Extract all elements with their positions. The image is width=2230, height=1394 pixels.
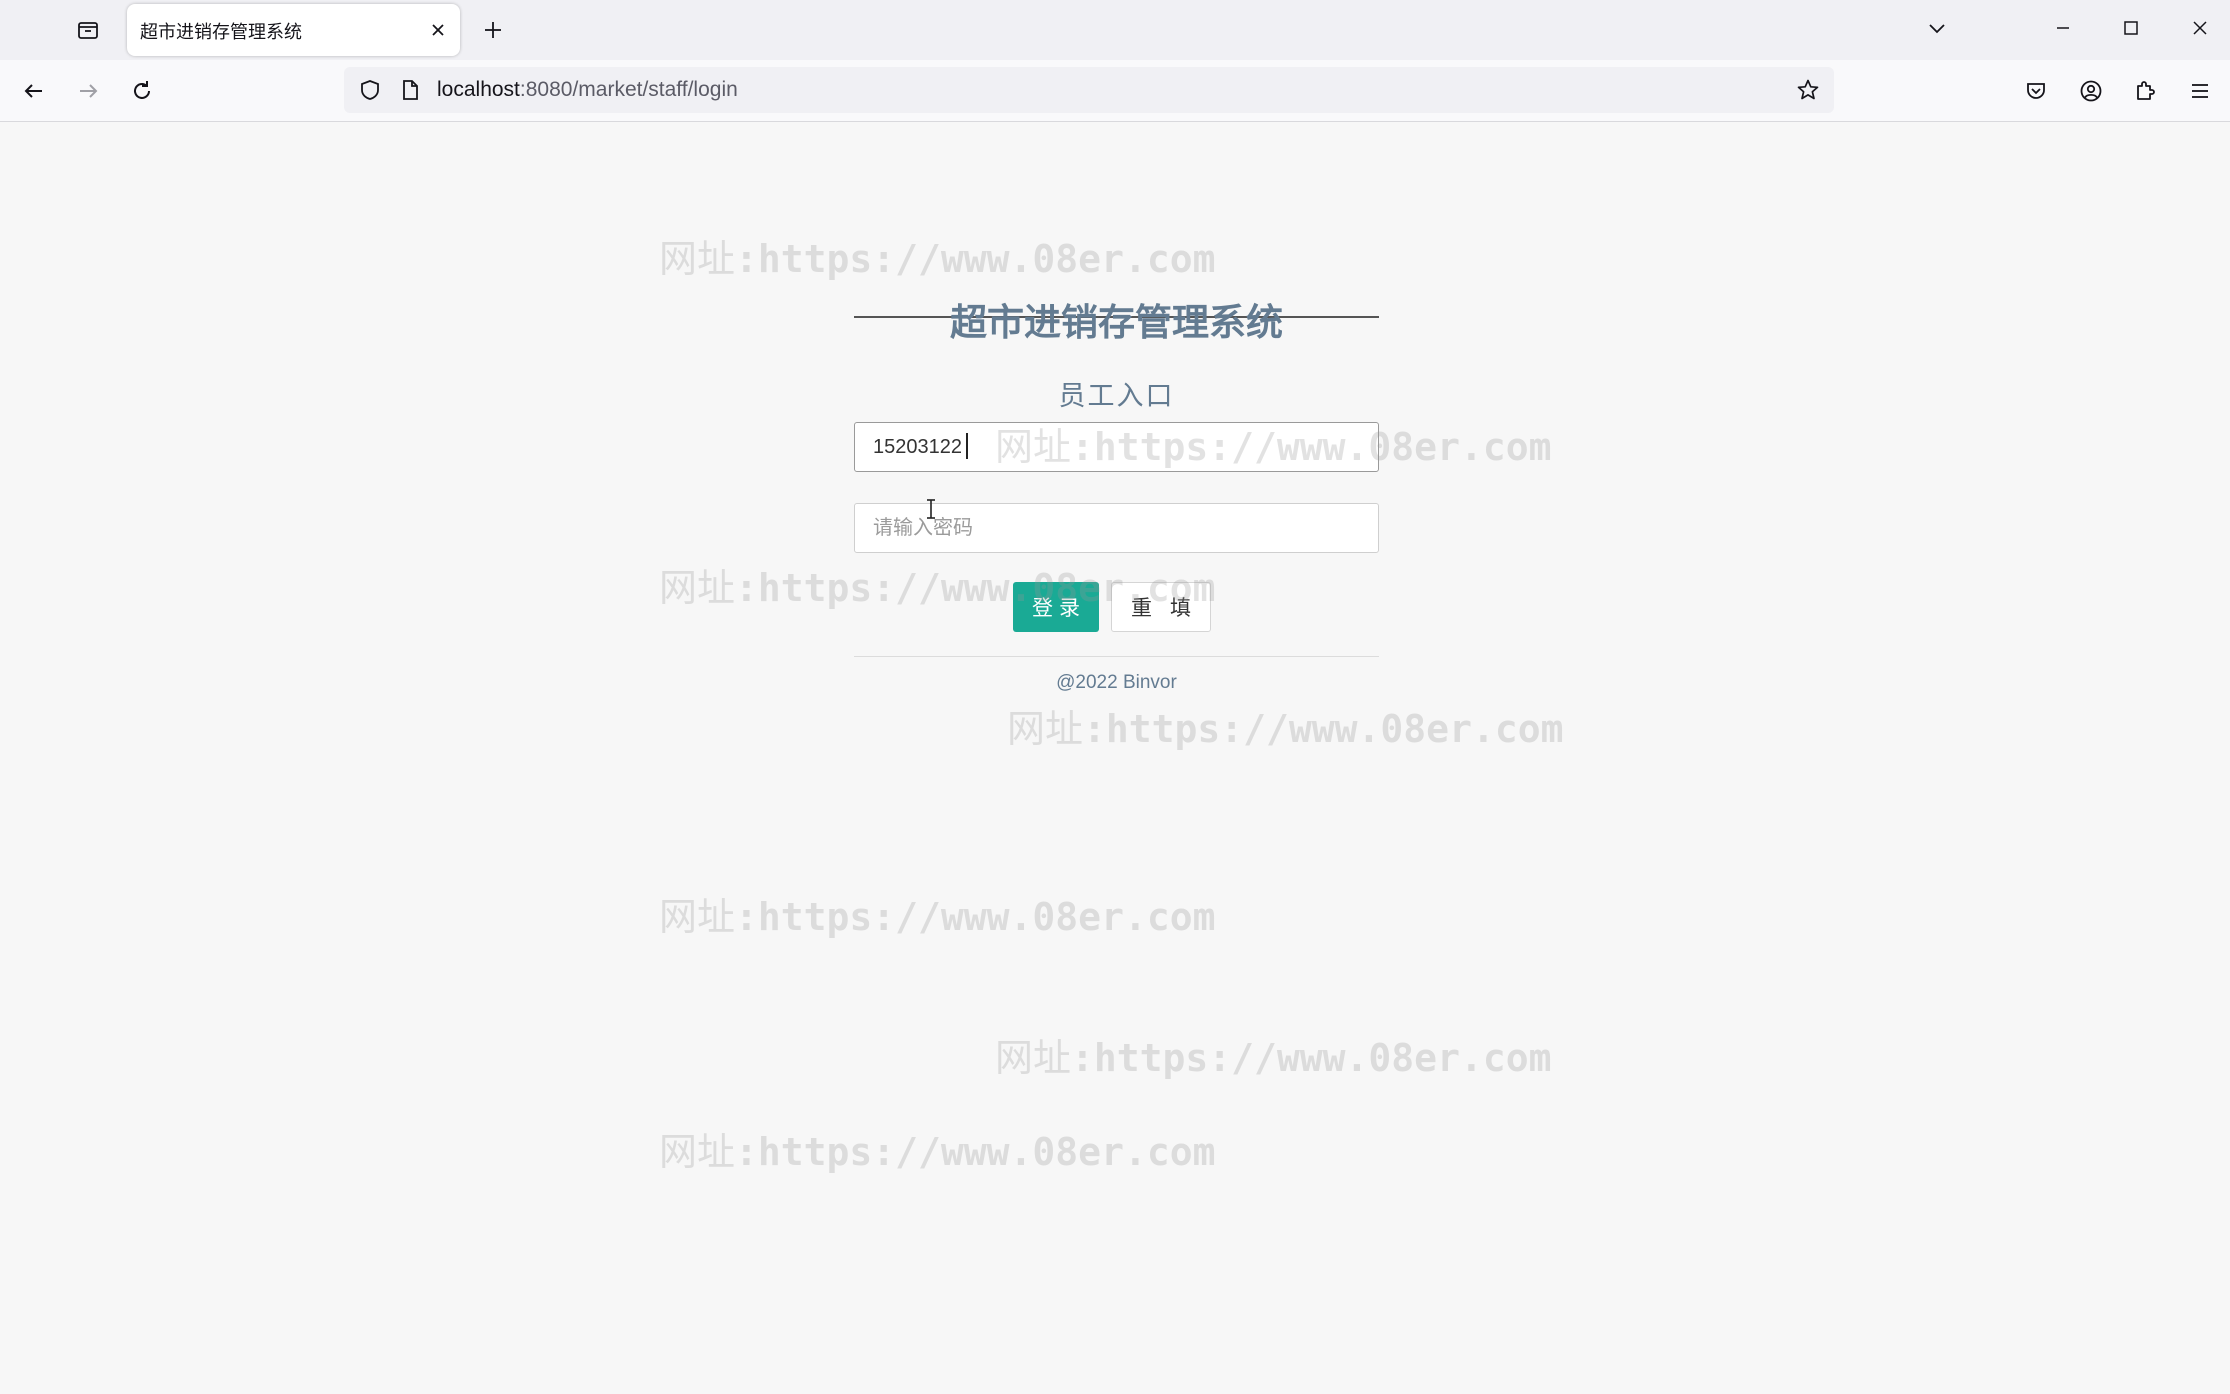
back-button[interactable] — [14, 71, 54, 111]
extensions-button[interactable] — [2125, 71, 2165, 111]
reload-button[interactable] — [122, 71, 162, 111]
login-button[interactable]: 登录 — [1013, 582, 1099, 632]
account-icon — [2080, 80, 2102, 102]
tab-close-button[interactable] — [424, 16, 452, 44]
page-title: 超市进销存管理系统 — [854, 292, 1379, 346]
minimize-button[interactable] — [2041, 8, 2085, 48]
page-content: 超市进销存管理系统 员工入口 登录 重填 @2022 Binvor — [0, 122, 2230, 1394]
url-bar[interactable]: localhost:8080/market/staff/login — [344, 67, 1834, 113]
url-text[interactable]: localhost:8080/market/staff/login — [437, 78, 738, 102]
window-close-button[interactable] — [2178, 8, 2222, 48]
tab-list-button[interactable] — [68, 12, 108, 48]
new-tab-button[interactable] — [474, 12, 512, 48]
divider — [854, 656, 1379, 657]
url-path: :8080/market/staff/login — [519, 78, 738, 101]
tab-title: 超市进销存管理系统 — [140, 22, 302, 43]
copyright-footer: @2022 Binvor — [1056, 672, 1177, 693]
shield-icon — [361, 80, 379, 100]
back-arrow-icon — [24, 84, 42, 98]
pocket-icon — [2027, 83, 2045, 99]
text-cursor-icon — [927, 499, 935, 519]
minimize-icon — [2057, 27, 2069, 29]
bookmark-button[interactable] — [1794, 76, 1822, 104]
account-button[interactable] — [2071, 71, 2111, 111]
maximize-button[interactable] — [2109, 8, 2153, 48]
maximize-icon — [2124, 21, 2138, 35]
username-input[interactable] — [854, 422, 1379, 472]
puzzle-icon — [2137, 81, 2155, 100]
close-icon — [2193, 21, 2207, 35]
pocket-button[interactable] — [2016, 71, 2056, 111]
reset-button[interactable]: 重填 — [1111, 582, 1211, 632]
navigation-toolbar: localhost:8080/market/staff/login — [0, 60, 2230, 122]
hamburger-menu-icon — [2192, 84, 2208, 98]
forward-button[interactable] — [68, 71, 108, 111]
login-subtitle: 员工入口 — [1058, 381, 1175, 412]
page-title-text: 超市进销存管理系统 — [950, 301, 1283, 344]
chevron-down-icon — [1929, 24, 1945, 34]
text-caret — [966, 433, 968, 459]
list-all-tabs-button[interactable] — [1915, 8, 1959, 48]
forward-arrow-icon — [80, 84, 98, 98]
close-icon — [432, 24, 444, 36]
page-icon — [403, 80, 418, 100]
star-icon — [1797, 79, 1819, 100]
tab-list-icon — [78, 22, 98, 39]
tracking-protection-button[interactable] — [356, 76, 384, 104]
plus-icon — [485, 22, 501, 38]
tab-bar: 超市进销存管理系统 — [0, 0, 2230, 60]
site-info-button[interactable] — [396, 76, 424, 104]
browser-tab-active[interactable]: 超市进销存管理系统 — [127, 4, 460, 56]
app-menu-button[interactable] — [2180, 71, 2220, 111]
reload-icon — [134, 81, 150, 99]
url-host: localhost — [437, 78, 520, 101]
